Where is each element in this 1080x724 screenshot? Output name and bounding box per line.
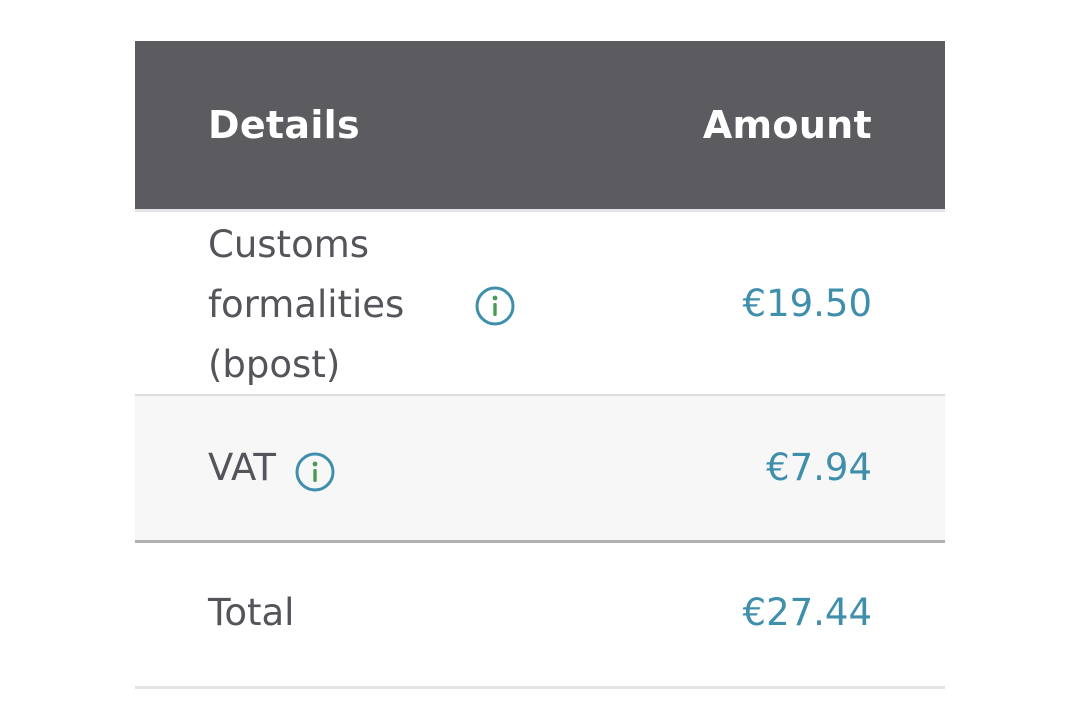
total-amount: €27.44 [742,591,872,634]
customs-amount: €19.50 [742,282,872,325]
vat-amount: €7.94 [766,446,872,489]
details-column-header: Details [208,103,360,147]
charges-table: Details Amount Customs formalities (bpos… [135,41,945,689]
table-header: Details Amount [135,41,945,209]
total-label: Total [208,591,295,634]
info-icon[interactable] [475,286,515,326]
amount-column-header: Amount [702,103,872,147]
vat-label: VAT [208,446,276,489]
table-row-customs: Customs formalities (bpost) €19.50 [135,209,945,394]
info-icon[interactable] [295,452,335,492]
customs-label: Customs formalities (bpost) [208,223,405,386]
table-row-total: Total €27.44 [135,540,945,689]
table-row-vat: VAT €7.94 [135,394,945,540]
